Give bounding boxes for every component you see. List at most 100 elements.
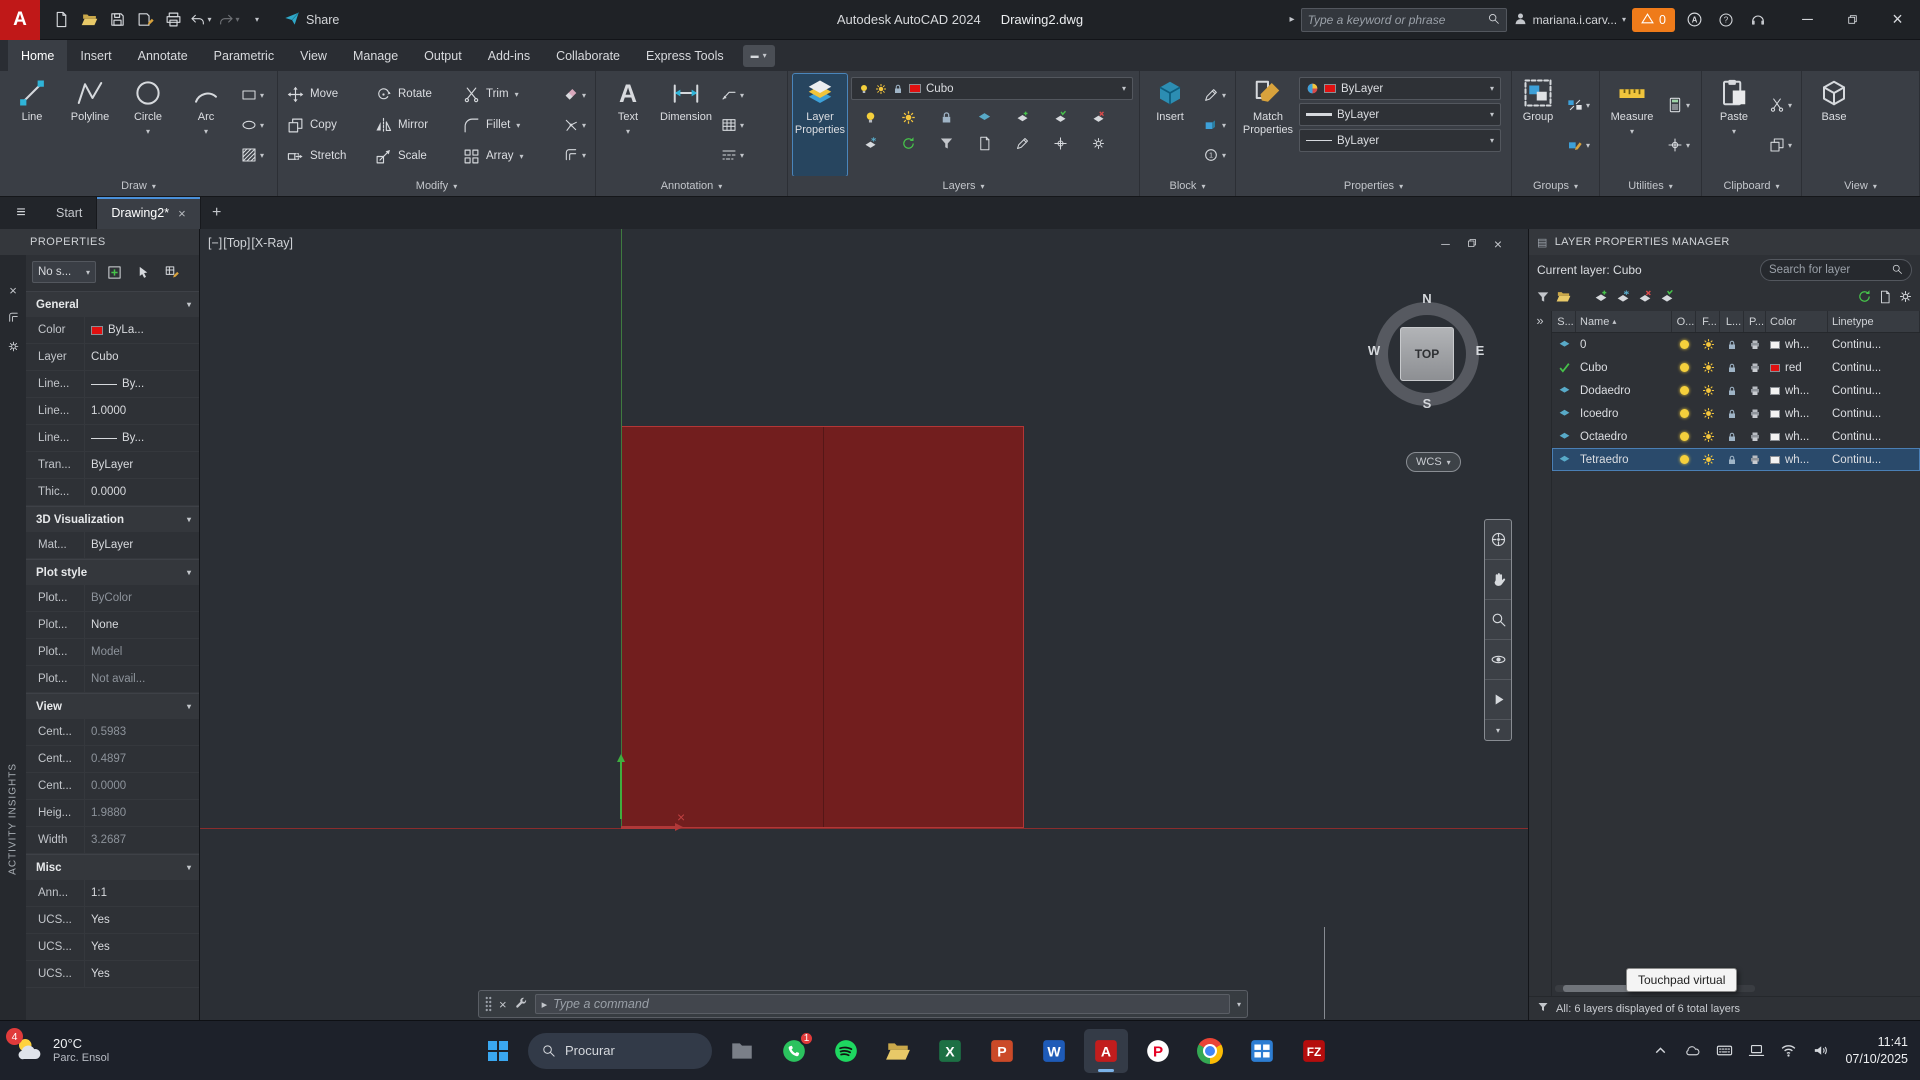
customize-qat-button[interactable]: ▾	[244, 7, 270, 33]
compass-west[interactable]: W	[1364, 343, 1384, 358]
select-objects-icon[interactable]	[132, 261, 154, 283]
ribbon-button-createblock[interactable]: ▾	[1199, 114, 1230, 136]
compass-north[interactable]: N	[1417, 291, 1437, 306]
viewcube-top-face[interactable]: TOP	[1400, 327, 1454, 381]
property-value[interactable]: By...	[84, 425, 199, 451]
tray-keyboard-icon[interactable]	[1709, 1031, 1739, 1071]
close-palette-icon[interactable]: ×	[9, 283, 17, 298]
layer-filter-button[interactable]	[1536, 290, 1550, 307]
share-button[interactable]: Share	[284, 10, 339, 29]
layer-plot-toggle[interactable]	[1744, 339, 1766, 351]
taskbar-app-file-explorer[interactable]	[876, 1029, 920, 1073]
ribbon-button-idpoint[interactable]: ▾	[1663, 134, 1694, 156]
activity-insights-tab[interactable]: ACTIVITY INSIGHTS	[8, 763, 19, 875]
color-select[interactable]: ByLayer▾	[1299, 77, 1501, 100]
tray-hidden-icons-icon[interactable]	[1645, 1031, 1675, 1071]
ribbon-panel-title-clipboard[interactable]: Clipboard▾	[1702, 176, 1801, 196]
delete-layer-button[interactable]	[1637, 289, 1653, 308]
section-header-general[interactable]: General▾	[26, 291, 199, 317]
ribbon-tab-parametric[interactable]: Parametric	[201, 40, 287, 71]
layer-color[interactable]: wh...	[1766, 431, 1828, 443]
ribbon-button-arc[interactable]: Arc▾	[179, 74, 233, 176]
taskbar-app-spotify[interactable]	[824, 1029, 868, 1073]
offset-icon[interactable]	[7, 311, 20, 324]
property-row-plot[interactable]: Plot...Model	[26, 639, 199, 666]
property-row-layer[interactable]: LayerCubo	[26, 344, 199, 371]
layer-on-toggle[interactable]	[1672, 455, 1696, 464]
ribbon-button-match-properties[interactable]: MatchProperties	[1241, 74, 1295, 176]
search-icon[interactable]	[1891, 263, 1903, 275]
openfolder-button[interactable]	[76, 7, 102, 33]
layer-plot-toggle[interactable]	[1744, 431, 1766, 443]
ribbon-button-copy[interactable]: Copy	[283, 110, 371, 141]
ribbon-button-measure[interactable]: Measure▾	[1605, 74, 1659, 176]
layer-table-header[interactable]: S...Name ▴O...F...L...P...ColorLinetype	[1552, 311, 1920, 333]
property-value[interactable]: 1.9880	[84, 800, 199, 826]
window-restore-icon[interactable]	[1466, 237, 1478, 252]
support-icon[interactable]	[1745, 7, 1771, 33]
layer-freeze-toggle[interactable]	[1696, 453, 1720, 466]
ribbon-button-scale[interactable]: Scale	[371, 141, 459, 172]
ribbon-display-toggle[interactable]: ▬▾	[743, 45, 775, 67]
taskbar-app-whatsapp[interactable]: 1	[772, 1029, 816, 1073]
recent-commands-icon[interactable]: ▾	[1237, 1000, 1241, 1009]
ribbon-button-hatch[interactable]: ▾	[237, 144, 268, 166]
property-value[interactable]: By...	[84, 371, 199, 397]
layer-tool-newlayerfrozen[interactable]	[857, 132, 883, 154]
layer-lock-toggle[interactable]	[1720, 385, 1744, 397]
ribbon-button-quickcalc[interactable]: ▾	[1663, 94, 1694, 116]
ribbon-tab-output[interactable]: Output	[411, 40, 475, 71]
property-value[interactable]: 3.2687	[84, 827, 199, 853]
property-row-color[interactable]: ColorByLa...	[26, 317, 199, 344]
ribbon-button-offset[interactable]: ▾	[559, 144, 590, 166]
ribbon-button-stretch[interactable]: Stretch	[283, 141, 371, 172]
column-header-f[interactable]: F...	[1696, 311, 1720, 332]
layer-tool-refresh[interactable]	[895, 132, 921, 154]
ribbon-tab-insert[interactable]: Insert	[67, 40, 124, 71]
set-current-layer-button[interactable]	[1659, 289, 1675, 308]
layer-freeze-toggle[interactable]	[1696, 361, 1720, 374]
auto-hide-icon[interactable]	[7, 311, 20, 327]
layer-row-cubo[interactable]: CuboredContinu...	[1552, 356, 1920, 379]
command-line-grip[interactable]	[485, 996, 492, 1012]
ribbon-button-polyline[interactable]: Polyline	[63, 74, 117, 176]
layer-lock-toggle[interactable]	[1720, 454, 1744, 466]
property-row-line[interactable]: Line...1.0000	[26, 398, 199, 425]
property-row-plot[interactable]: Plot...ByColor	[26, 585, 199, 612]
window-minimize-icon[interactable]: ─	[1441, 237, 1450, 251]
navbar-orbit-button[interactable]	[1485, 640, 1511, 680]
tray-display-icon[interactable]	[1741, 1031, 1771, 1071]
column-header-color[interactable]: Color	[1766, 311, 1828, 332]
layer-tool-dellayer[interactable]	[1085, 106, 1111, 128]
cube-object[interactable]	[621, 426, 1024, 828]
layer-freeze-toggle[interactable]	[1696, 407, 1720, 420]
layer-row-octaedro[interactable]: Octaedrowh...Continu...	[1552, 425, 1920, 448]
layer-tool-lock[interactable]	[933, 106, 959, 128]
clock[interactable]: 11:4107/10/2025	[1845, 1034, 1908, 1068]
layer-freeze-toggle[interactable]	[1696, 430, 1720, 443]
compass-east[interactable]: E	[1470, 343, 1490, 358]
property-value[interactable]: ByLayer	[84, 452, 199, 478]
floppy-button[interactable]	[104, 7, 130, 33]
taskbar-app-excel[interactable]: X	[928, 1029, 972, 1073]
selection-filter-select[interactable]: No s...▾	[32, 261, 96, 283]
layer-on-toggle[interactable]	[1672, 432, 1696, 441]
layer-lock-toggle[interactable]	[1720, 408, 1744, 420]
taskbar-app-filezilla[interactable]: FZ	[1292, 1029, 1336, 1073]
property-value[interactable]: Model	[84, 639, 199, 665]
property-row-cent[interactable]: Cent...0.4897	[26, 746, 199, 773]
new-layer-button[interactable]	[1593, 289, 1609, 308]
property-row-heig[interactable]: Heig...1.9880	[26, 800, 199, 827]
restore-button[interactable]	[1830, 0, 1875, 40]
ribbon-panel-title-view[interactable]: View▾	[1802, 176, 1919, 196]
property-row-ucs[interactable]: UCS...Yes	[26, 934, 199, 961]
property-row-ucs[interactable]: UCS...Yes	[26, 907, 199, 934]
property-row-line[interactable]: Line...By...	[26, 371, 199, 398]
command-input-box[interactable]: ▸	[535, 994, 1230, 1014]
layer-lock-toggle[interactable]	[1720, 362, 1744, 374]
ribbon-button-line[interactable]: Line	[5, 74, 59, 176]
newfile-button[interactable]	[48, 7, 74, 33]
ribbon-button-attr[interactable]: 1▾	[1199, 144, 1230, 166]
layer-linetype[interactable]: Continu...	[1828, 362, 1920, 374]
layer-lock-toggle[interactable]	[1720, 339, 1744, 351]
